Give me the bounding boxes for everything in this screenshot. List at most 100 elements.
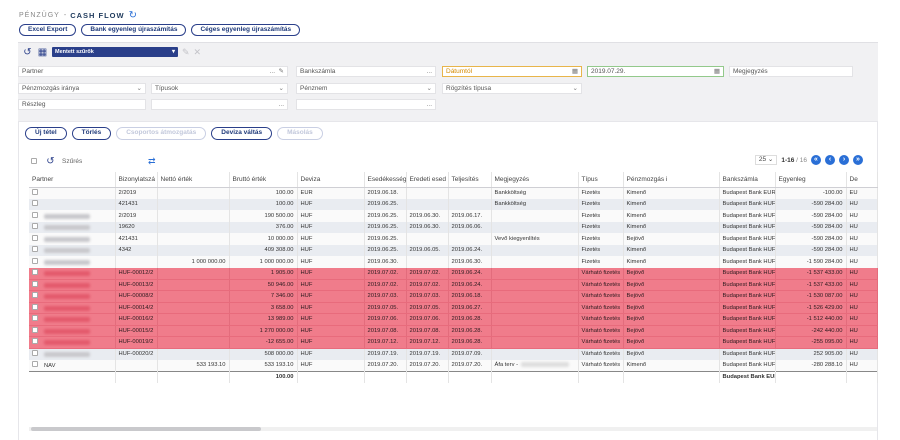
saved-filters-label: Mentett szűrők bbox=[55, 49, 94, 55]
search-input[interactable]: Szűrés bbox=[60, 156, 138, 167]
money-direction-select[interactable]: Pénzmozgás iránya ⌄ bbox=[18, 83, 146, 94]
row-checkbox[interactable] bbox=[32, 303, 38, 310]
table-row[interactable]: HUF-00015/2 1 270 000.00 HUF 2019.07.08. 201… bbox=[29, 325, 878, 337]
column-header[interactable]: Esedékesség bbox=[364, 172, 407, 188]
table-row[interactable]: 421431 100.00 HUF 2019.06.25. Bankköltség Fiz… bbox=[29, 198, 878, 210]
bank-account-ellipsis[interactable]: ... bbox=[427, 67, 432, 76]
page-size-select[interactable]: 25 ⌄ bbox=[754, 155, 778, 165]
row-checkbox[interactable] bbox=[32, 292, 38, 299]
column-header[interactable]: Egyenleg bbox=[775, 172, 847, 188]
tipus-cell: Fizetés bbox=[578, 187, 624, 199]
bank-value: Budapest Bank HUF bbox=[722, 258, 775, 265]
calendar-icon[interactable]: ▦ bbox=[37, 47, 48, 58]
row-checkbox[interactable] bbox=[32, 211, 38, 218]
column-header[interactable]: Bruttó érték bbox=[229, 172, 298, 188]
scrollbar-thumb[interactable] bbox=[31, 427, 261, 431]
refresh-icon[interactable]: ↻ bbox=[129, 10, 140, 21]
date-to-field[interactable]: 2019.07.29. ▦ bbox=[587, 66, 724, 77]
table-row[interactable]: 2/2019 100.00 EUR 2019.06.18. Bankköltség Fiz… bbox=[29, 187, 878, 199]
column-header[interactable]: Bankszámla bbox=[719, 172, 776, 188]
column-header[interactable]: Bizonylatszá bbox=[115, 172, 158, 188]
date-from-field[interactable]: Dátumtól ▦ bbox=[442, 66, 582, 77]
table-row[interactable]: HUF-00008/2 7 346.00 HUF 2019.07.03. 2019.07… bbox=[29, 290, 878, 303]
column-header[interactable]: De bbox=[846, 172, 878, 188]
currency-exchange-button[interactable]: Deviza váltás bbox=[211, 127, 273, 140]
table-row[interactable]: 421431 10 000.00 HUF 2019.06.25. Vevő kiegye… bbox=[29, 233, 878, 245]
table-row[interactable]: 1 000 000.00 1 000 000.00 HUF 2019.06.30. 20… bbox=[29, 256, 878, 268]
extra-ellipsis[interactable]: ... bbox=[427, 100, 432, 109]
company-balance-recalc-button[interactable]: Céges egyenleg újraszámítás bbox=[191, 24, 301, 36]
row-checkbox[interactable] bbox=[32, 338, 38, 345]
netto-cell: 1 000 000.00 bbox=[157, 256, 230, 268]
row-checkbox[interactable] bbox=[32, 189, 38, 195]
note-field[interactable]: Megjegyzés bbox=[729, 66, 853, 77]
redacted-partner bbox=[44, 236, 90, 242]
row-checkbox[interactable] bbox=[32, 350, 38, 356]
column-header[interactable]: Teljesítés bbox=[448, 172, 492, 188]
edit-icon[interactable]: ✎ bbox=[279, 67, 284, 76]
column-header[interactable]: Nettó érték bbox=[157, 172, 230, 188]
currency-select[interactable]: Pénznem ⌄ bbox=[296, 83, 436, 94]
table-row[interactable]: HUF-00016/2 13 989.00 HUF 2019.07.06. 2019.0… bbox=[29, 313, 878, 326]
bank-account-field[interactable]: Bankszámla ... bbox=[296, 66, 436, 77]
partner-field[interactable]: Partner ... ✎ bbox=[18, 66, 288, 77]
table-row[interactable]: 2/2019 190 500.00 HUF 2019.06.25. 2019.06.30… bbox=[29, 210, 878, 222]
table-row[interactable]: 19620 376.00 HUF 2019.06.25. 2019.06.30. 2019… bbox=[29, 221, 878, 233]
column-header[interactable]: Deviza bbox=[297, 172, 365, 188]
types-select[interactable]: Típusok ⌄ bbox=[151, 83, 288, 94]
column-header[interactable]: Pénzmozgás i bbox=[623, 172, 720, 188]
calendar-icon[interactable]: ▦ bbox=[714, 67, 720, 76]
column-header[interactable]: Partner bbox=[29, 172, 116, 188]
edit-icon[interactable]: ✎ bbox=[182, 47, 190, 58]
column-header[interactable]: Eredeti esed bbox=[406, 172, 449, 188]
excel-export-button[interactable]: Excel Export bbox=[19, 24, 77, 36]
calendar-icon[interactable]: ▦ bbox=[572, 67, 578, 76]
telj-value: 2019.06.24. bbox=[451, 247, 483, 254]
saved-filters-select[interactable]: Mentett szűrők ▾ bbox=[52, 47, 178, 57]
department-field[interactable]: Részleg bbox=[18, 99, 146, 110]
prev-page-icon[interactable]: ‹ bbox=[825, 155, 835, 165]
table-row[interactable]: HUF-00013/2 50 946.00 HUF 2019.07.02. 2019.0… bbox=[29, 279, 878, 291]
row-checkbox[interactable] bbox=[32, 200, 38, 207]
delete-button[interactable]: Törlés bbox=[71, 127, 112, 140]
reset-filter-icon[interactable]: ↺ bbox=[22, 47, 33, 58]
column-header[interactable]: Típus bbox=[578, 172, 624, 188]
copy-button[interactable]: Másolás bbox=[277, 127, 323, 140]
new-item-button[interactable]: Új tétel bbox=[25, 127, 67, 140]
table-row[interactable]: NAV 533 193.10 533 193.10 HUF 2019.07.20. 201… bbox=[29, 359, 878, 371]
department-lookup-field[interactable]: ... bbox=[151, 99, 288, 110]
row-checkbox[interactable] bbox=[32, 234, 38, 241]
brutto-value: 533 193.10 bbox=[264, 362, 294, 368]
partner-ellipsis[interactable]: ... bbox=[270, 67, 275, 76]
swap-columns-icon[interactable]: ⇄ bbox=[148, 156, 156, 167]
table-row[interactable]: HUF-00020/2 508 000.00 HUF 2019.07.19. 2019.… bbox=[29, 348, 878, 360]
breadcrumb-section[interactable]: PÉNZÜGY bbox=[19, 12, 60, 19]
row-checkbox[interactable] bbox=[32, 223, 38, 230]
table-row[interactable]: HUF-00019/2 -12 655.00 HUF 2019.07.12. 2019.… bbox=[29, 336, 878, 349]
row-checkbox[interactable] bbox=[32, 269, 38, 275]
column-header[interactable]: Megjegyzés bbox=[491, 172, 579, 188]
first-page-icon[interactable]: « bbox=[811, 155, 821, 165]
table-row[interactable]: HUF-00014/2 3 658.00 HUF 2019.07.05. 2019.07… bbox=[29, 302, 878, 314]
table-row[interactable]: HUF-00012/2 1 905.00 HUF 2019.07.02. 2019.07… bbox=[29, 267, 878, 280]
row-checkbox[interactable] bbox=[32, 280, 38, 287]
reset-search-icon[interactable]: ↺ bbox=[45, 156, 56, 167]
row-checkbox[interactable] bbox=[32, 246, 38, 253]
esed-cell: 2019.06.25. bbox=[364, 233, 407, 245]
close-icon[interactable]: ✕ bbox=[194, 47, 202, 58]
group-move-button[interactable]: Csoportos átmozgatás bbox=[116, 127, 207, 140]
bank-balance-recalc-button[interactable]: Bank egyenleg újraszámítás bbox=[81, 24, 187, 36]
horizontal-scrollbar[interactable] bbox=[29, 427, 877, 431]
department-ellipsis[interactable]: ... bbox=[279, 100, 284, 109]
row-checkbox[interactable] bbox=[32, 361, 38, 367]
record-type-select[interactable]: Rögzítés típusa ⌄ bbox=[442, 83, 582, 94]
row-checkbox[interactable] bbox=[32, 315, 38, 322]
last-page-icon[interactable]: » bbox=[853, 155, 863, 165]
row-checkbox[interactable] bbox=[32, 257, 38, 264]
row-checkbox[interactable] bbox=[32, 326, 38, 333]
extra-lookup-field[interactable]: ... bbox=[296, 99, 436, 110]
next-page-icon[interactable]: › bbox=[839, 155, 849, 165]
partner-cell bbox=[29, 233, 116, 245]
select-all-checkbox[interactable] bbox=[31, 158, 37, 164]
table-row[interactable]: 4342 409 308.00 HUF 2019.06.25. 2019.06.05. 2… bbox=[29, 244, 878, 256]
